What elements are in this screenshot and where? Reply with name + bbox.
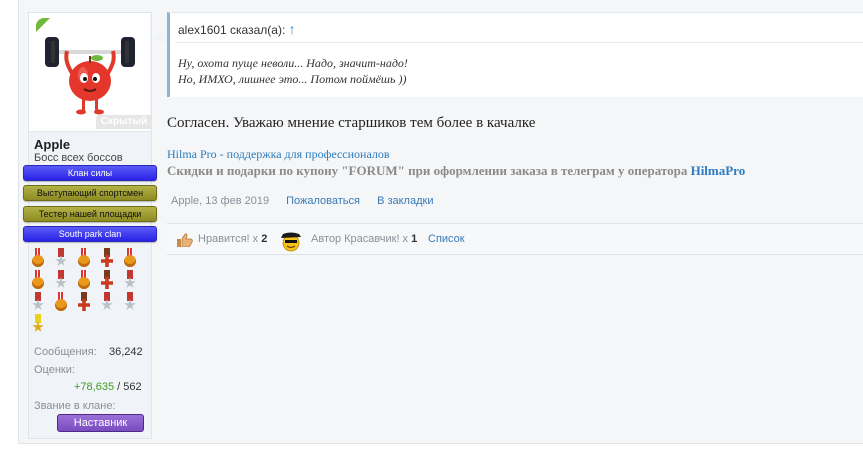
post-meta: Apple, 13 фев 2019 Пожаловаться В заклад… [171, 195, 433, 207]
quote-divider [175, 42, 863, 43]
quote-line: Но, ИМХО, лишнее это... Потом поймёшь )) [178, 72, 407, 86]
star-medal-icon[interactable] [29, 292, 47, 312]
signature-promo: Скидки и подарки по купону "FORUM" при о… [167, 163, 691, 178]
bear-medal-icon[interactable] [29, 270, 47, 290]
ratings-label: Оценки: [34, 364, 75, 376]
quote-header: alex1601 сказал(а): ↑ [178, 21, 296, 37]
report-link[interactable]: Пожаловаться [286, 195, 360, 207]
quote-author: alex1601 сказал(а): [178, 23, 286, 37]
quote-pointer [152, 30, 167, 44]
ratings-list-link[interactable]: Список [428, 233, 465, 245]
banner-performing-athlete: Выступающий спортсмен [23, 185, 157, 201]
ratings-value: +78,635 / 562 [74, 381, 142, 393]
bear-medal-icon[interactable] [29, 248, 47, 268]
cool-smiley-icon [281, 232, 301, 252]
star-medal-icon[interactable] [121, 292, 139, 312]
star-medal-icon[interactable] [52, 270, 70, 290]
online-indicator-icon [36, 18, 50, 32]
like-rating: Нравится! x 2 [198, 233, 267, 245]
star-medal-icon[interactable] [121, 270, 139, 290]
username[interactable]: Apple [34, 137, 70, 152]
cross-medal-icon[interactable] [75, 292, 93, 312]
bear-medal-icon[interactable] [75, 248, 93, 268]
thumbs-up-icon [177, 233, 193, 247]
messages-label: Сообщения: [34, 346, 97, 358]
banner-clan-strength: Клан силы [23, 165, 157, 181]
clan-rank-badge: Наставник [57, 414, 144, 432]
ratings-positive: +78,635 [74, 381, 115, 393]
banner-site-tester: Тестер нашей площадки [23, 206, 157, 222]
cool-rating: Автор Красавчик! x 1 [311, 233, 417, 245]
hidden-status-badge: Скрытый [96, 115, 152, 129]
like-label: Нравится! [198, 233, 250, 245]
cool-count-prefix: x [399, 233, 412, 245]
quote-block: alex1601 сказал(а): ↑ Ну, охота пуще нев… [152, 12, 863, 97]
post-author-date[interactable]: Apple, 13 фев 2019 [171, 195, 269, 207]
cross-medal-icon[interactable] [98, 248, 116, 268]
message-text: Согласен. Уважаю мнение старшиков тем бо… [167, 115, 536, 131]
like-count-prefix: x [249, 233, 262, 245]
post-content: alex1601 сказал(а): ↑ Ну, охота пуще нев… [152, 12, 863, 442]
ratings-list: Список [428, 233, 465, 245]
go-to-quote-arrow-icon[interactable]: ↑ [289, 21, 296, 37]
quote-line: Ну, охота пуще неволи... Надо, значит-на… [178, 56, 408, 70]
cool-count: 1 [411, 233, 418, 245]
banner-south-park-clan: South park clan [23, 226, 157, 242]
bookmark-link[interactable]: В закладки [377, 195, 433, 207]
cool-label: Автор Красавчик! [311, 233, 400, 245]
clan-rank-label: Звание в клане: [34, 400, 116, 412]
ratings-bar: Нравится! x 2 Автор Красавчик! x 1 Списо… [167, 223, 863, 255]
ratings-total: 562 [123, 381, 142, 393]
medals-grid [29, 248, 147, 340]
ratings-separator: / [114, 381, 124, 393]
star-medal-icon[interactable] [52, 248, 70, 268]
star-medal-icon[interactable] [98, 292, 116, 312]
signature-text: Скидки и подарки по купону "FORUM" при о… [167, 163, 745, 179]
like-count: 2 [261, 233, 268, 245]
bear-medal-icon[interactable] [121, 248, 139, 268]
user-title: Босс всех боссов [34, 152, 123, 164]
quote-body: Ну, охота пуще неволи... Надо, значит-на… [178, 55, 408, 87]
gold-medal-icon[interactable] [29, 314, 47, 334]
bear-medal-icon[interactable] [52, 292, 70, 312]
cross-medal-icon[interactable] [98, 270, 116, 290]
messages-value[interactable]: 36,242 [109, 346, 143, 358]
signature-link[interactable]: Hilma Pro - поддержка для профессионалов [167, 147, 390, 162]
signature-operator-link[interactable]: HilmaPro [691, 163, 746, 178]
bear-medal-icon[interactable] [75, 270, 93, 290]
